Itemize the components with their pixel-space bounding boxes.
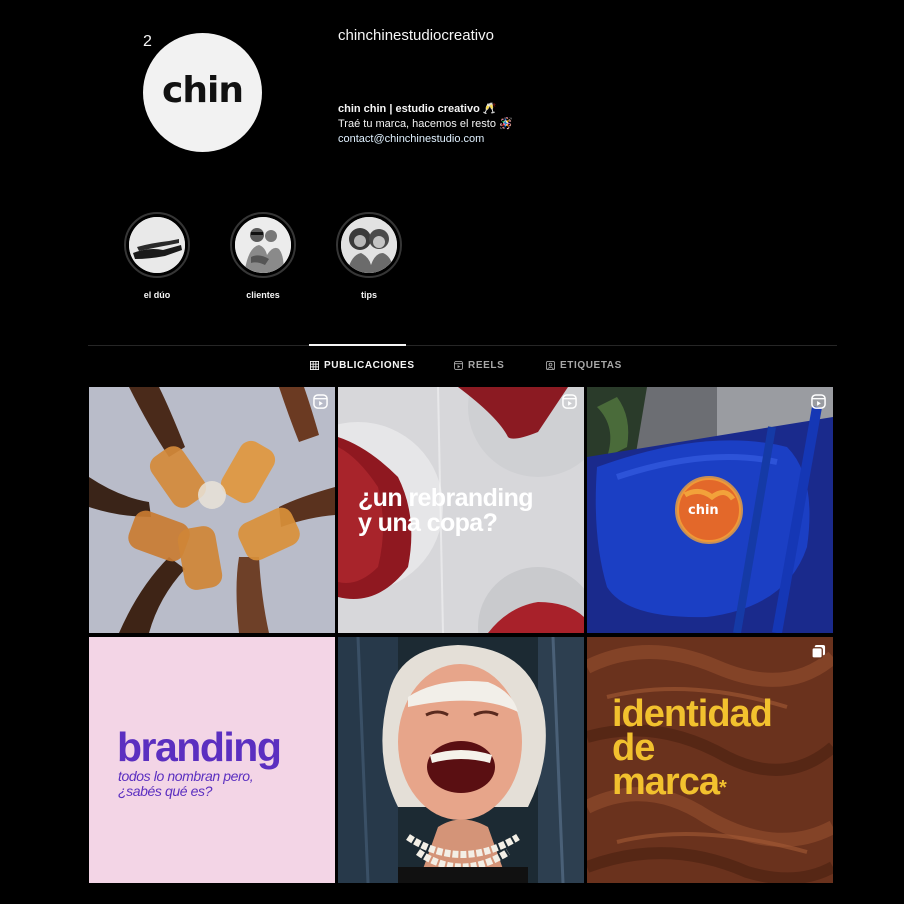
tab-etiquetas[interactable]: ETIQUETAS xyxy=(546,360,622,371)
title-line: identidad xyxy=(612,693,773,735)
profile-username: chinchinestudiocreativo xyxy=(338,27,494,44)
highlight-label: tips xyxy=(360,290,377,300)
highlight-clientes[interactable]: clientes xyxy=(230,212,296,300)
post-1[interactable] xyxy=(89,387,335,633)
tab-publicaciones[interactable]: PUBLICACIONES xyxy=(310,360,415,371)
reel-badge-icon xyxy=(811,394,826,409)
carousel-badge-icon xyxy=(811,644,826,659)
post-6[interactable]: identidad de marca* xyxy=(587,637,833,883)
highlight-thumbnail xyxy=(129,217,185,273)
avatar-logo-superscript: 2 xyxy=(143,33,152,50)
caption-line: y una copa? xyxy=(358,509,498,537)
tab-label: REELS xyxy=(468,360,505,371)
branding-subtitle: todos lo nombran pero, ¿sabés qué es? xyxy=(118,768,254,799)
tab-label: ETIQUETAS xyxy=(560,360,622,371)
bio-name: chin chin | estudio creativo 🥂 xyxy=(338,103,497,115)
highlight-thumbnail xyxy=(235,217,291,273)
subtitle-line: ¿sabés qué es? xyxy=(118,783,213,799)
profile-avatar[interactable]: chin xyxy=(143,33,262,152)
post-4[interactable]: branding todos lo nombran pero, ¿sabés q… xyxy=(89,637,335,883)
tab-label: PUBLICACIONES xyxy=(324,360,415,371)
highlight-thumbnail xyxy=(341,217,397,273)
highlight-label: clientes xyxy=(246,290,280,300)
sticker-logo-text: chin xyxy=(688,503,719,518)
asterisk-mark: * xyxy=(718,777,727,799)
profile-bio: chin chin | estudio creativo 🥂 Traé tu m… xyxy=(338,102,513,147)
highlight-el-duo[interactable]: el dúo xyxy=(124,212,190,300)
avatar-logo-text: chin xyxy=(162,70,244,111)
reel-badge-icon xyxy=(562,394,577,409)
highlight-ring xyxy=(336,212,402,278)
identidad-title: identidad de marca* xyxy=(612,693,773,805)
title-line: de xyxy=(612,727,655,769)
title-line: marca* xyxy=(612,763,772,805)
highlight-ring xyxy=(124,212,190,278)
active-tab-indicator xyxy=(309,344,406,346)
tagged-icon xyxy=(546,361,555,370)
bio-line: Traé tu marca, hacemos el resto 🪅 xyxy=(338,118,513,130)
post-image-bottles-toast xyxy=(89,387,335,633)
tabs-divider xyxy=(88,345,837,346)
post-3[interactable]: chin xyxy=(587,387,833,633)
branding-title: branding xyxy=(117,724,282,770)
caption-line: ¿un rebranding xyxy=(358,484,534,512)
subtitle-line: todos lo nombran pero, xyxy=(118,768,254,784)
reel-badge-icon xyxy=(313,394,328,409)
bio-email-link[interactable]: contact@chinchinestudio.com xyxy=(338,133,484,145)
title-word: marca xyxy=(612,761,720,803)
post-image-laughing-woman xyxy=(338,637,584,883)
highlight-tips[interactable]: tips xyxy=(336,212,402,300)
tab-reels[interactable]: REELS xyxy=(454,360,504,371)
grid-icon xyxy=(310,361,319,370)
post-5[interactable] xyxy=(338,637,584,883)
highlight-label: el dúo xyxy=(143,290,171,300)
highlight-ring xyxy=(230,212,296,278)
post-2-caption: ¿un rebranding y una copa? xyxy=(358,484,534,537)
reels-icon xyxy=(454,361,463,370)
post-2[interactable]: ¿un rebranding y una copa? xyxy=(338,387,584,633)
